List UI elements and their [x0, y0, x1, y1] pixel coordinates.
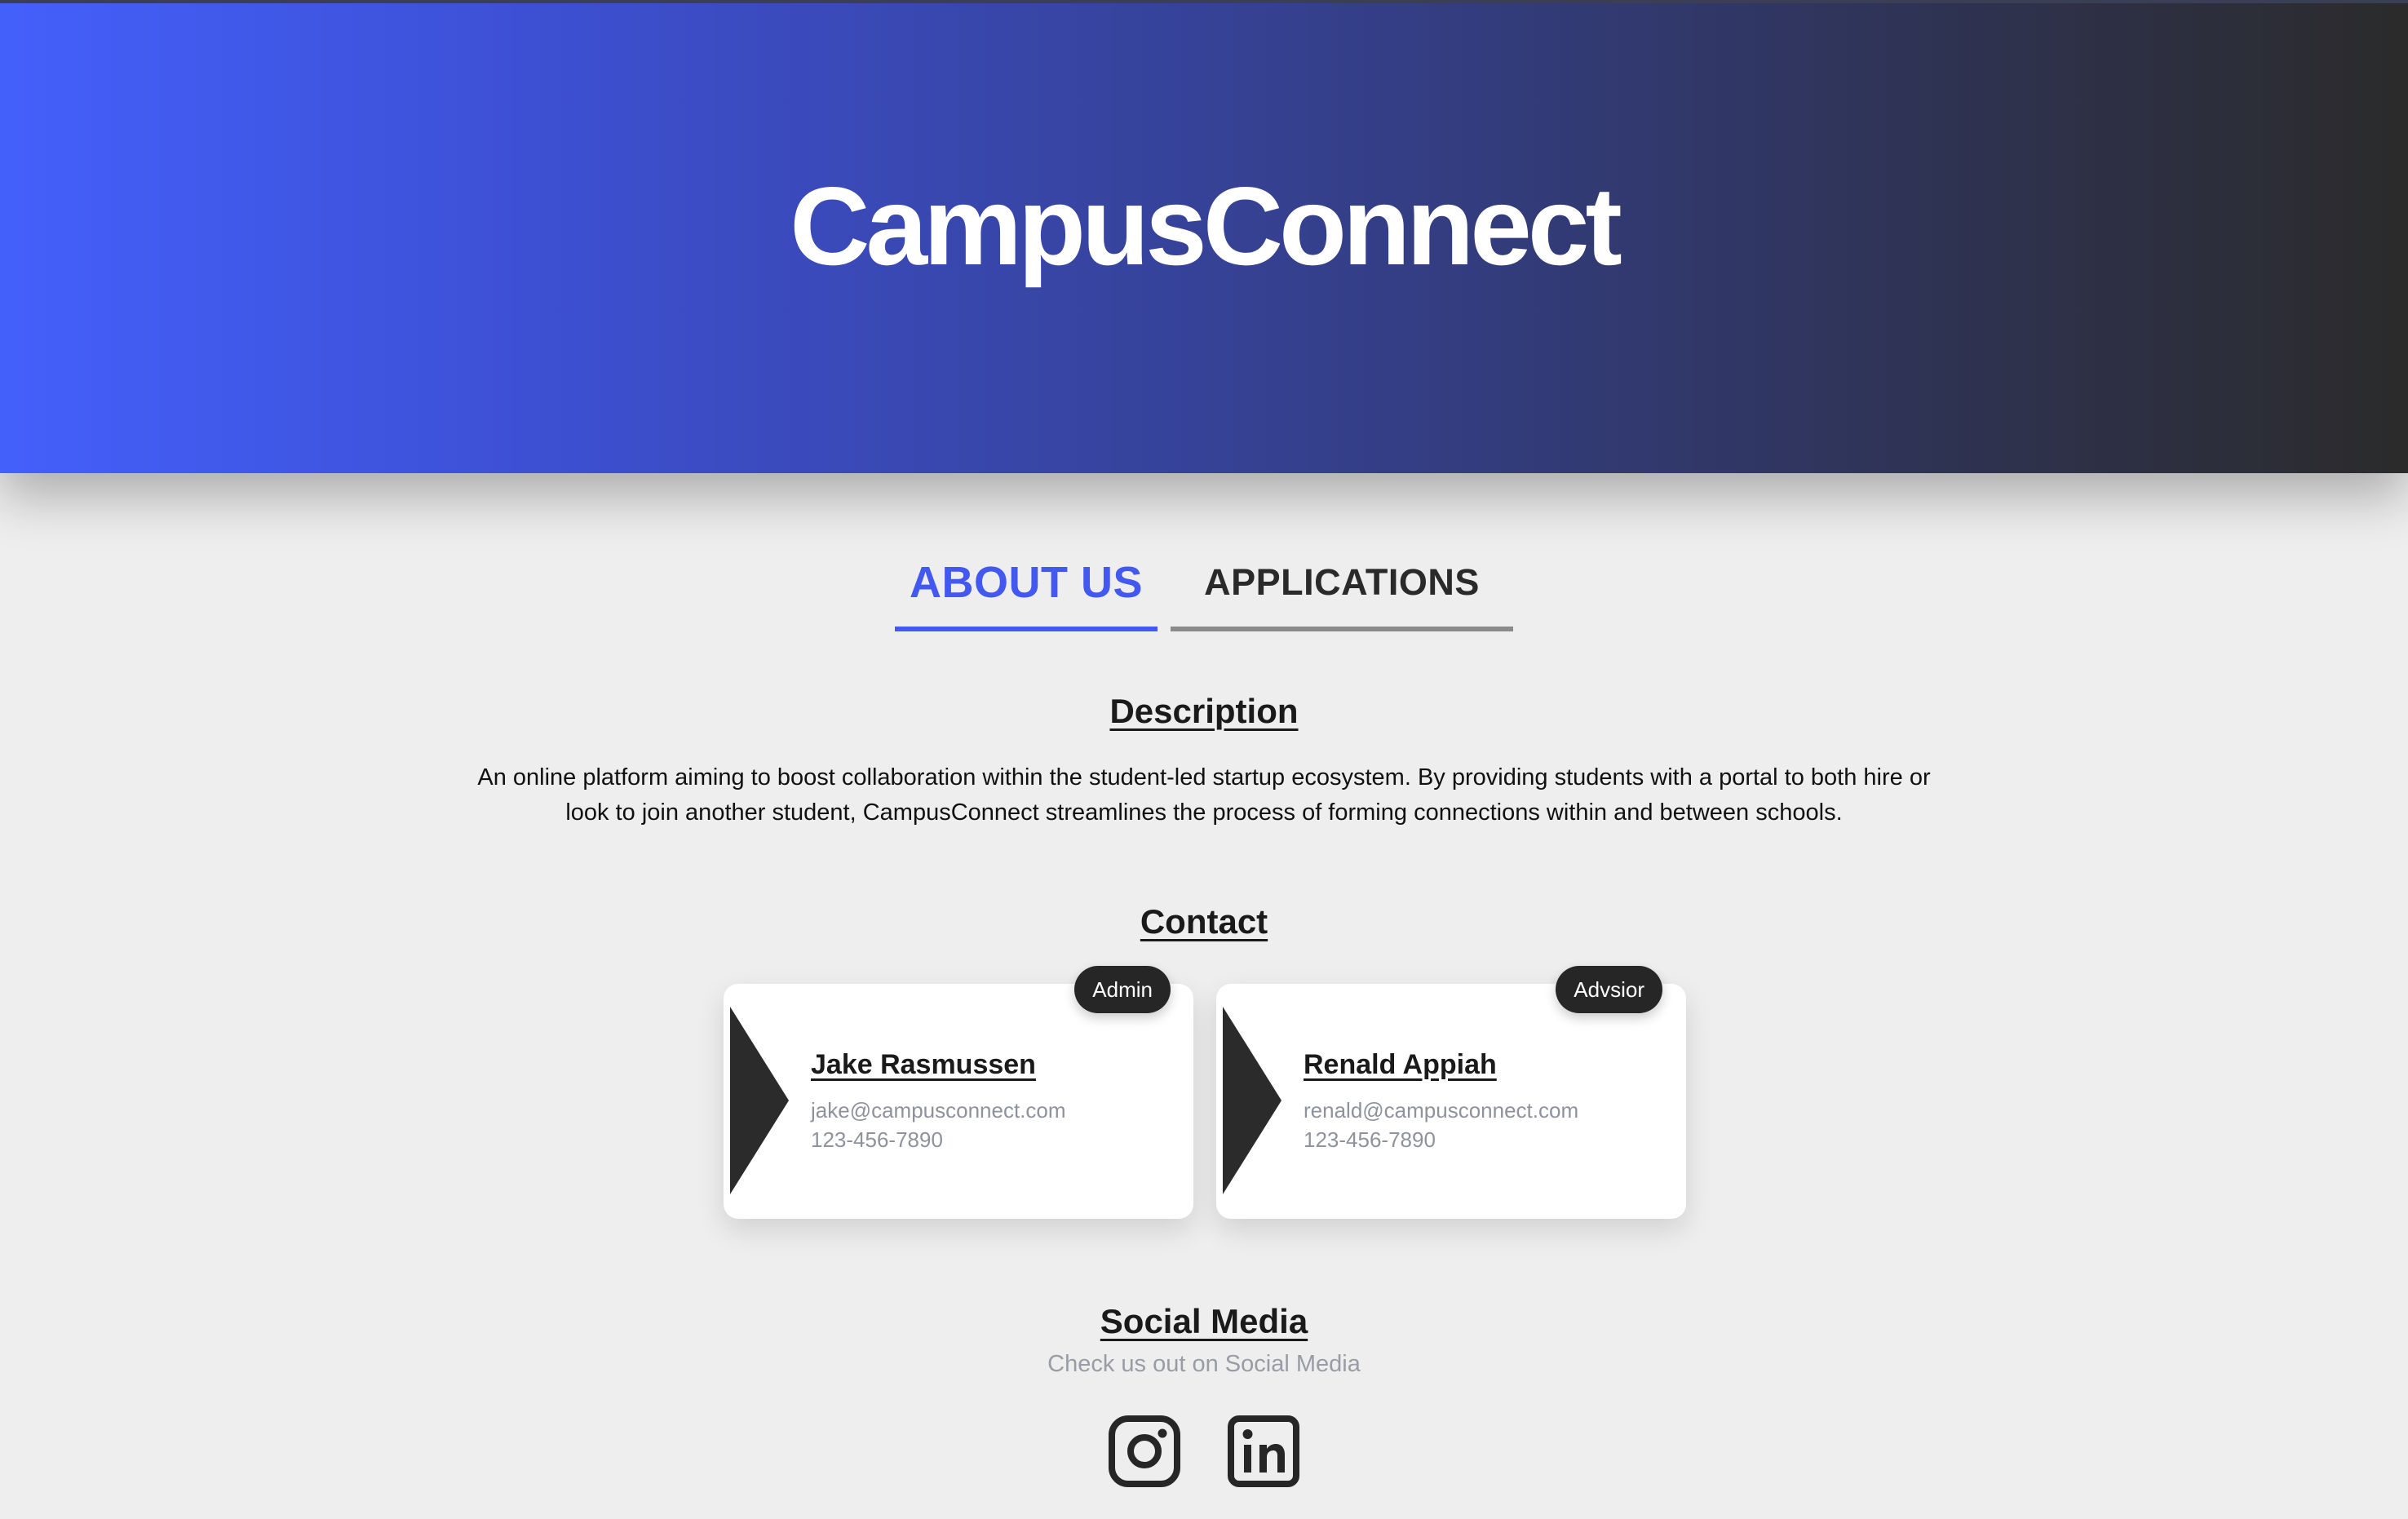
contact-card: Admin Jake Rasmussen jake@campusconnect.… — [724, 966, 1193, 1219]
social-media-subtitle: Check us out on Social Media — [1047, 1351, 1361, 1377]
instagram-icon[interactable] — [1108, 1415, 1181, 1488]
tab-bar: ABOUT US APPLICATIONS — [0, 538, 2408, 631]
contact-phone: 123-456-7890 — [1304, 1127, 1436, 1152]
role-badge: Admin — [1074, 966, 1171, 1013]
contact-name[interactable]: Jake Rasmussen — [811, 1049, 1036, 1081]
hero-banner: CampusConnect — [0, 0, 2408, 473]
contact-email: jake@campusconnect.com — [811, 1098, 1066, 1123]
chevron-right-icon — [730, 1007, 789, 1194]
social-icon-row — [0, 1415, 2408, 1488]
tab-applications[interactable]: APPLICATIONS — [1171, 538, 1513, 631]
contact-name[interactable]: Renald Appiah — [1304, 1049, 1497, 1081]
description-heading: Description — [1109, 692, 1299, 730]
description-text: An online platform aiming to boost colla… — [477, 764, 1931, 826]
linkedin-icon[interactable] — [1227, 1415, 1300, 1488]
tab-about-us[interactable]: ABOUT US — [895, 538, 1158, 631]
contact-email: renald@campusconnect.com — [1304, 1098, 1579, 1123]
chevron-right-icon — [1223, 1007, 1281, 1194]
social-media-heading: Social Media — [1100, 1302, 1308, 1340]
role-badge: Advsior — [1556, 966, 1662, 1013]
contact-heading: Contact — [1140, 902, 1268, 941]
contact-card: Advsior Renald Appiah renald@campusconne… — [1216, 966, 1686, 1219]
site-title: CampusConnect — [790, 164, 1622, 288]
contact-phone: 123-456-7890 — [811, 1127, 943, 1152]
